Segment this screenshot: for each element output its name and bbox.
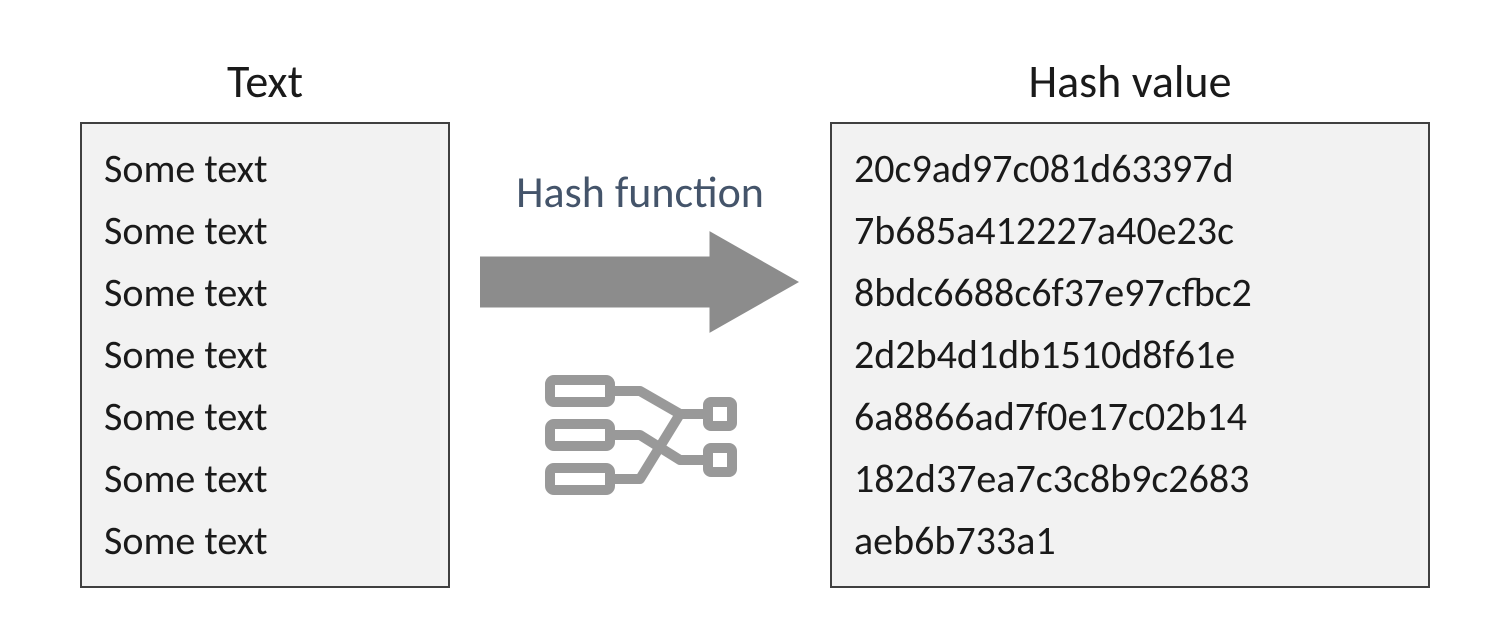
hash-line: 6a8866ad7f0e17c02b14	[854, 386, 1406, 448]
input-line: Some text	[104, 510, 426, 572]
hash-line: 7b685a412227a40e23c	[854, 200, 1406, 262]
input-text-box: Some text Some text Some text Some text …	[80, 122, 450, 588]
output-hash-column: Hash value 20c9ad97c081d63397d 7b685a412…	[830, 54, 1430, 588]
hash-line: 8bdc6688c6f37e97cfbc2	[854, 262, 1406, 324]
input-line: Some text	[104, 448, 426, 510]
output-heading: Hash value	[1028, 54, 1231, 110]
input-heading: Text	[227, 54, 303, 110]
hash-line: 2d2b4d1db1510d8f61e	[854, 324, 1406, 386]
input-line: Some text	[104, 200, 426, 262]
input-line: Some text	[104, 386, 426, 448]
output-hash-box: 20c9ad97c081d63397d 7b685a412227a40e23c …	[830, 122, 1430, 588]
input-text-column: Text Some text Some text Some text Some …	[80, 54, 450, 588]
input-line: Some text	[104, 262, 426, 324]
diagram-container: Text Some text Some text Some text Some …	[0, 0, 1510, 642]
hash-line: aeb6b733a1	[854, 510, 1406, 572]
hash-line: 20c9ad97c081d63397d	[854, 138, 1406, 200]
hash-network-icon	[540, 362, 740, 517]
hash-function-middle: Hash function	[480, 125, 800, 517]
input-line: Some text	[104, 138, 426, 200]
hash-function-label: Hash function	[516, 165, 764, 219]
arrow-icon	[480, 227, 800, 342]
hash-line: 182d37ea7c3c8b9c2683	[854, 448, 1406, 510]
input-line: Some text	[104, 324, 426, 386]
